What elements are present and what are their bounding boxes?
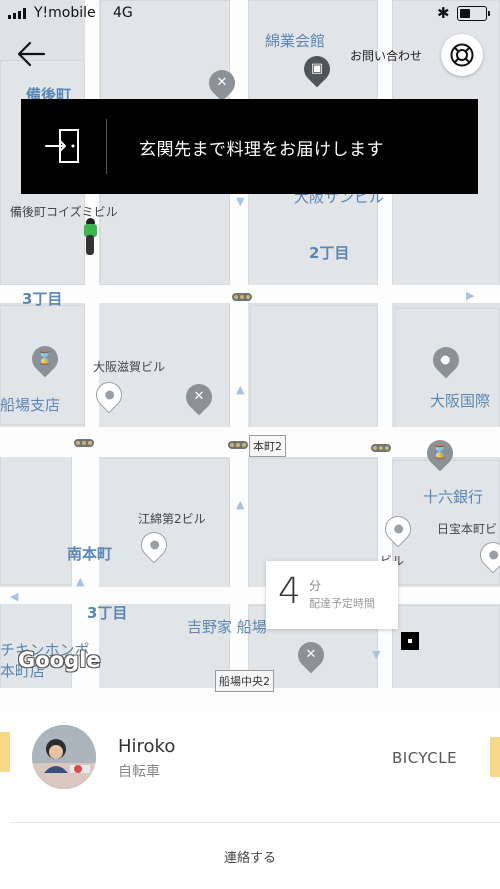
destination-square-icon [401, 632, 419, 650]
courier-photo-icon [32, 725, 96, 789]
map-label-minamihonmachi: 南本町 [67, 545, 113, 563]
traffic-signal-icon [232, 293, 252, 301]
bank-pin-icon[interactable]: ▣ [298, 50, 336, 88]
map-label-3chome-lower: 3丁目 [87, 604, 128, 622]
map-label-bingomachi-koizumi: 備後町コイズミビル [10, 205, 118, 219]
map-label-nippo-honmachi: 日宝本町ビ [437, 522, 498, 536]
one-way-arrow-icon: ▼ [236, 195, 245, 208]
one-way-arrow-icon: ◀ [10, 590, 19, 603]
banner-divider [106, 119, 107, 174]
road-sign-funaba-chuo2: 船場中央2 [215, 670, 274, 692]
door-enter-icon [45, 129, 79, 163]
restaurant-pin-icon[interactable]: ✕ [203, 64, 241, 102]
one-way-arrow-icon: ▲ [236, 383, 245, 396]
arrow-left-icon [17, 41, 46, 67]
map-label-yoshinoya: 吉野家 船場 [187, 618, 267, 636]
eta-label: 配達予定時間 [309, 597, 375, 610]
sheet-edge-left [0, 732, 10, 772]
map-label-shiga-building: 大阪滋賀ビル [93, 360, 166, 374]
map-label-menkyo-kaikan: 綿業会館 [265, 32, 326, 50]
map-block [0, 455, 72, 585]
carrier-name: Y!mobile [34, 5, 96, 21]
eta-unit: 分 [309, 579, 322, 593]
instruction-text: 玄関先まで料理をお届けします [139, 140, 384, 160]
courier-vehicle: 自転車 [118, 764, 160, 780]
network-type: 4G [113, 5, 133, 21]
map-label-juroku-bank: 十六銀行 [423, 488, 484, 506]
battery-icon [457, 6, 490, 21]
bluetooth-icon: ✱ [437, 4, 450, 22]
status-bar: Y!mobile 4G ✱ [0, 0, 500, 28]
contact-courier-button[interactable]: 連絡する [10, 823, 490, 889]
one-way-arrow-icon: ▲ [76, 575, 85, 588]
landmark-pin-icon[interactable]: ⌛ [421, 434, 459, 472]
contact-support-link[interactable]: お問い合わせ [350, 47, 422, 64]
traffic-signal-icon [371, 444, 391, 452]
road-sign-honmachi2: 本町2 [249, 435, 286, 457]
restaurant-pin-icon[interactable]: ✕ [180, 378, 218, 416]
eta-card: 4 分 配達予定時間 [266, 561, 398, 629]
map-label-2chome: 2丁目 [309, 244, 350, 262]
vehicle-type: BICYCLE [392, 749, 458, 767]
one-way-arrow-icon: ▶ [466, 289, 475, 302]
battery-level-fill [460, 9, 470, 18]
delivery-instruction-banner: 玄関先まで料理をお届けします [21, 99, 478, 194]
map-block [250, 305, 378, 430]
traffic-signal-icon [74, 439, 94, 447]
courier-location-icon [82, 216, 98, 256]
back-button[interactable] [14, 36, 50, 72]
google-logo: Google [18, 648, 101, 672]
courier-avatar [32, 725, 96, 789]
traffic-signal-icon [228, 441, 248, 449]
map-label-etsumen-2: 江綿第2ビル [138, 512, 206, 526]
map-label-funaba-branch: 船場支店 [0, 396, 61, 414]
courier-name: Hiroko [118, 736, 176, 757]
help-button[interactable] [441, 34, 483, 76]
signal-strength-icon [8, 8, 26, 19]
lifebuoy-icon [450, 43, 474, 67]
one-way-arrow-icon: ▼ [372, 648, 381, 661]
eta-minutes: 4 [278, 571, 301, 612]
courier-sheet: Hiroko 自転車 BICYCLE 連絡する [0, 712, 500, 889]
restaurant-pin-icon[interactable]: ✕ [292, 636, 330, 674]
map-label-osaka-kokusai: 大阪国際 [430, 392, 491, 410]
map-label-3chome-upper: 3丁目 [22, 290, 63, 308]
one-way-arrow-icon: ▲ [236, 498, 245, 511]
sheet-edge-right [490, 737, 500, 777]
landmark-pin-icon[interactable]: ⌛ [26, 340, 64, 378]
